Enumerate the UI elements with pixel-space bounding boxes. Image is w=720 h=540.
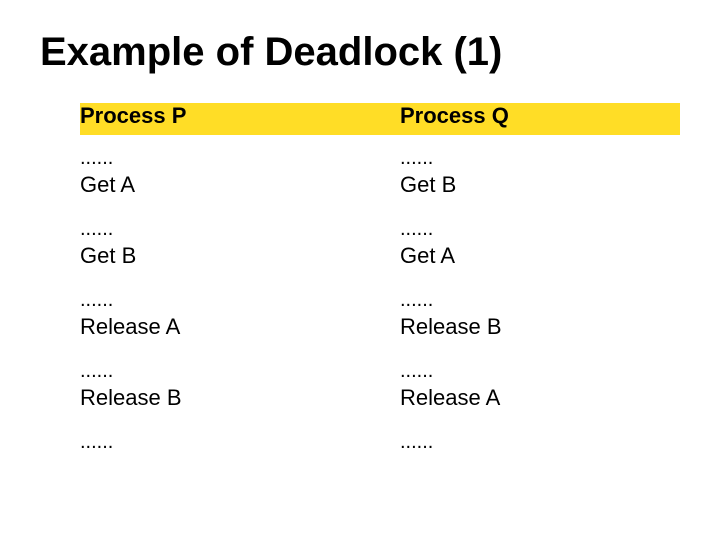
dots-q-3: ...... bbox=[400, 289, 680, 312]
action-q-release-a: Release A bbox=[400, 385, 680, 411]
list-item: ...... Release A bbox=[400, 360, 680, 411]
list-item: ...... Release B bbox=[400, 289, 680, 340]
action-q-get-b: Get B bbox=[400, 172, 680, 198]
list-item: ...... Release A bbox=[80, 289, 360, 340]
process-q-header: Process Q bbox=[400, 103, 680, 129]
dots-p-2: ...... bbox=[80, 218, 360, 241]
dots-p-5: ...... bbox=[80, 431, 360, 454]
dots-q-5: ...... bbox=[400, 431, 680, 454]
list-item: ...... Get A bbox=[400, 218, 680, 269]
dots-q-1: ...... bbox=[400, 147, 680, 170]
dots-q-2: ...... bbox=[400, 218, 680, 241]
list-item: ...... Release B bbox=[80, 360, 360, 411]
dots-p-1: ...... bbox=[80, 147, 360, 170]
dots-p-3: ...... bbox=[80, 289, 360, 312]
list-item: ...... bbox=[400, 431, 680, 454]
list-item: ...... Get B bbox=[80, 218, 360, 269]
dots-p-4: ...... bbox=[80, 360, 360, 383]
action-p-release-a: Release A bbox=[80, 314, 360, 340]
page-title: Example of Deadlock (1) bbox=[40, 30, 680, 75]
action-p-get-a: Get A bbox=[80, 172, 360, 198]
action-q-get-a: Get A bbox=[400, 243, 680, 269]
action-q-release-b: Release B bbox=[400, 314, 680, 340]
list-item: ...... Get B bbox=[400, 147, 680, 198]
content-area: Process P ...... Get A ...... Get B ....… bbox=[40, 103, 680, 474]
page: Example of Deadlock (1) Process P ......… bbox=[0, 0, 720, 540]
column-process-q: Process Q ...... Get B ...... Get A ....… bbox=[360, 103, 680, 474]
action-p-release-b: Release B bbox=[80, 385, 360, 411]
list-item: ...... bbox=[80, 431, 360, 454]
list-item: ...... Get A bbox=[80, 147, 360, 198]
process-p-header: Process P bbox=[80, 103, 360, 129]
column-process-p: Process P ...... Get A ...... Get B ....… bbox=[40, 103, 360, 474]
dots-q-4: ...... bbox=[400, 360, 680, 383]
action-p-get-b: Get B bbox=[80, 243, 360, 269]
